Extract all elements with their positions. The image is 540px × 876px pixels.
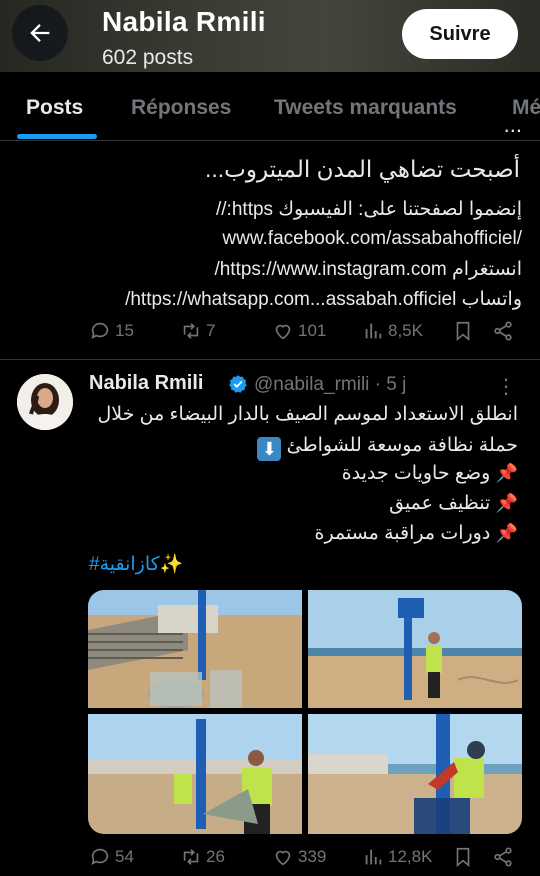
tweet-text-segment: وضع حاويات جديدة (341, 463, 491, 484)
media-photo-1[interactable] (88, 590, 302, 708)
tweet-text-line: 📌 تنظيف عميق (389, 492, 518, 515)
media-photo-4[interactable] (308, 714, 522, 834)
pushpin-icon: 📌 (495, 463, 518, 483)
like-button[interactable]: 339 (272, 846, 326, 868)
reply-button[interactable]: 54 (89, 846, 134, 868)
arrow-left-icon (30, 24, 50, 42)
author-handle[interactable]: @nabila_rmili · 5 j (254, 374, 406, 396)
tab-highlights[interactable]: Tweets marquants (274, 96, 457, 120)
tweet-actions: 15 7 101 8,5K (0, 320, 540, 350)
share-icon (494, 847, 512, 867)
views-count: 12,8K (388, 847, 433, 866)
views-icon (365, 849, 382, 865)
reply-button[interactable]: 15 (89, 320, 134, 342)
tweet-actions: 54 26 339 12,8K (0, 846, 540, 876)
pushpin-icon: 📌 (495, 493, 518, 513)
tweet-link[interactable]: انستغرام https://www.instagram.com/ (214, 258, 522, 281)
back-button[interactable] (12, 5, 68, 61)
tweet-text-line: حملة نظافة موسعة للشواطئ ⬇ (257, 434, 518, 461)
bookmark-button[interactable] (452, 320, 474, 342)
share-button[interactable] (492, 320, 514, 342)
hashtag-line[interactable]: #كازانقية✨ (89, 552, 183, 576)
views-icon (365, 323, 382, 339)
author-name[interactable]: Nabila Rmili (89, 372, 203, 395)
media-photo-2[interactable] (308, 590, 522, 708)
tweet-link[interactable]: واتساب https://whatsapp.com...assabah.of… (125, 288, 522, 311)
tab-media[interactable]: Médias (512, 96, 540, 120)
tab-posts[interactable]: Posts (26, 96, 83, 120)
profile-header: Nabila Rmili 602 posts Suivre (0, 0, 540, 72)
bookmark-icon (456, 847, 470, 868)
pushpin-icon: 📌 (495, 523, 518, 543)
tweet-text-segment: حملة نظافة موسعة للشواطئ (286, 435, 518, 456)
like-count: 339 (298, 847, 327, 866)
retweet-button[interactable]: 7 (180, 320, 215, 342)
active-tab-indicator (17, 134, 97, 139)
tweet-text-line: أصبحت تضاهي المدن الميتروب... (205, 156, 520, 182)
tweet-text-line: 📌 وضع حاويات جديدة (342, 462, 518, 485)
beach-photo-image (308, 714, 522, 834)
beach-photo-image (308, 590, 522, 708)
sparkles-icon: ✨ (159, 554, 184, 575)
hashtag-link[interactable]: #كازانقية (89, 554, 160, 575)
avatar-image (17, 374, 73, 430)
bookmark-icon (456, 321, 470, 342)
follow-button[interactable]: Suivre (402, 9, 518, 59)
retweet-count: 26 (206, 847, 225, 866)
like-count: 101 (298, 321, 327, 340)
reply-count: 54 (115, 847, 134, 866)
share-button[interactable] (492, 846, 514, 868)
retweet-icon (183, 323, 199, 339)
tab-replies[interactable]: Réponses (131, 96, 231, 120)
tweet-text-line[interactable]: إنضموا لصفحتنا على: الفيسبوك https:// (216, 198, 522, 221)
retweet-icon (183, 849, 199, 865)
tweet-link[interactable]: www.facebook.com/assabahofficiel/ (222, 228, 522, 250)
beach-photo-image (88, 590, 302, 708)
media-photo-3[interactable] (88, 714, 302, 834)
avatar[interactable] (17, 374, 73, 430)
more-options-icon[interactable]: ⋮ (496, 374, 516, 399)
views-button[interactable]: 12,8K (362, 846, 432, 868)
tweet-text-segment: دورات مراقبة مستمرة (314, 523, 491, 544)
reply-icon (91, 322, 109, 339)
like-button[interactable]: 101 (272, 320, 326, 342)
down-arrow-icon: ⬇ (257, 437, 282, 461)
tweet-text-line: 📌 دورات مراقبة مستمرة (315, 522, 518, 545)
views-button[interactable]: 8,5K (362, 320, 423, 342)
beach-photo-image (88, 714, 302, 834)
reply-icon (91, 848, 109, 865)
verified-badge-icon (229, 375, 247, 393)
tweet-text-segment: تنظيف عميق (389, 493, 491, 514)
heart-icon (275, 850, 291, 866)
retweet-count: 7 (206, 321, 216, 340)
share-icon (494, 321, 512, 341)
views-count: 8,5K (388, 321, 423, 340)
bookmark-button[interactable] (452, 846, 474, 868)
heart-icon (275, 324, 291, 340)
reply-count: 15 (115, 321, 134, 340)
retweet-button[interactable]: 26 (180, 846, 225, 868)
profile-name: Nabila Rmili (102, 6, 266, 37)
tweet-text-line: انطلق الاستعداد لموسم الصيف بالدار البيض… (97, 404, 518, 425)
tweet-divider (0, 359, 540, 360)
posts-count: 602 posts (102, 46, 194, 69)
clipped-text-line: ... (222, 128, 522, 142)
